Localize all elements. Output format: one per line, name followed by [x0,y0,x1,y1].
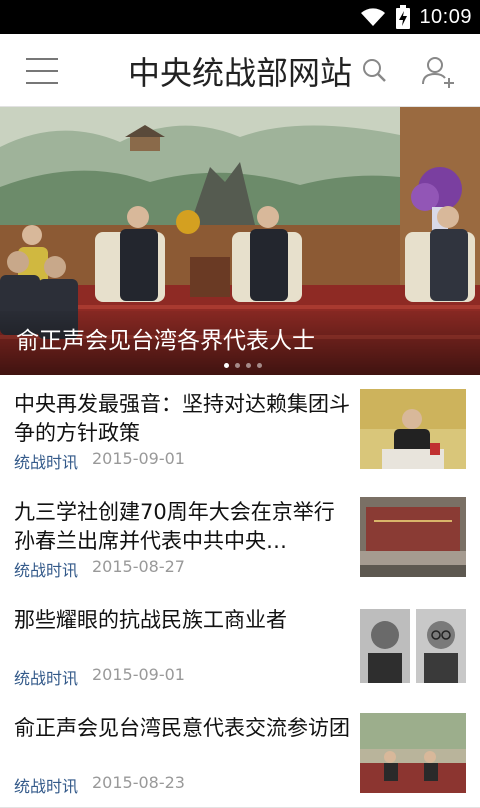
search-icon [363,59,386,82]
news-thumbnail [360,713,466,793]
list-item[interactable]: 九三学社创建70周年大会在京举行 孙春兰出席并代表中共中央… 统战时讯 2015… [0,483,480,592]
status-time: 10:09 [419,5,472,28]
news-category: 统战时讯 [14,669,79,688]
carousel-indicator [224,363,262,368]
status-bar: 10:09 [0,0,480,34]
banner-caption: 俞正声会见台湾各界代表人士 [16,328,315,354]
news-thumbnail [360,497,466,577]
list-item[interactable]: 那些耀眼的抗战民族工商业者 统战时讯 2015-09-01 [0,591,480,700]
carousel-dot[interactable] [224,363,229,368]
news-date: 2015-09-01 [92,449,185,468]
banner-carousel[interactable]: 俞正声会见台湾各界代表人士 [0,107,480,375]
news-title: 九三学社创建70周年大会在京举行 孙春兰出席并代表中共中央… [14,500,335,553]
carousel-dot[interactable] [246,363,251,368]
news-date: 2015-09-01 [92,665,185,684]
battery-charging-icon [396,5,411,29]
news-category: 统战时讯 [14,777,79,796]
menu-button[interactable] [26,56,58,86]
news-thumbnail [360,389,466,469]
news-title: 中央再发最强音：坚持对达赖集团斗争的方针政策 [14,392,350,445]
news-category: 统战时讯 [14,453,79,472]
app-header: 中央统战部网站 [0,34,480,107]
page-title: 中央统战部网站 [127,54,352,92]
wifi-icon [361,8,386,26]
news-category: 统战时讯 [14,561,79,580]
news-thumbnail [360,605,466,685]
list-item[interactable]: 俞正声会见台湾民意代表交流参访团 统战时讯 2015-08-23 [0,699,480,808]
news-date: 2015-08-23 [92,773,185,792]
news-date: 2015-08-27 [92,557,185,576]
add-user-icon [422,57,454,88]
list-item[interactable]: 中央再发最强音：坚持对达赖集团斗争的方针政策 统战时讯 2015-09-01 [0,375,480,484]
add-user-button[interactable] [420,54,456,90]
carousel-dot[interactable] [257,363,262,368]
news-title: 那些耀眼的抗战民族工商业者 [14,608,287,632]
search-button[interactable] [360,56,390,86]
carousel-dot[interactable] [235,363,240,368]
news-title: 俞正声会见台湾民意代表交流参访团 [14,716,350,740]
